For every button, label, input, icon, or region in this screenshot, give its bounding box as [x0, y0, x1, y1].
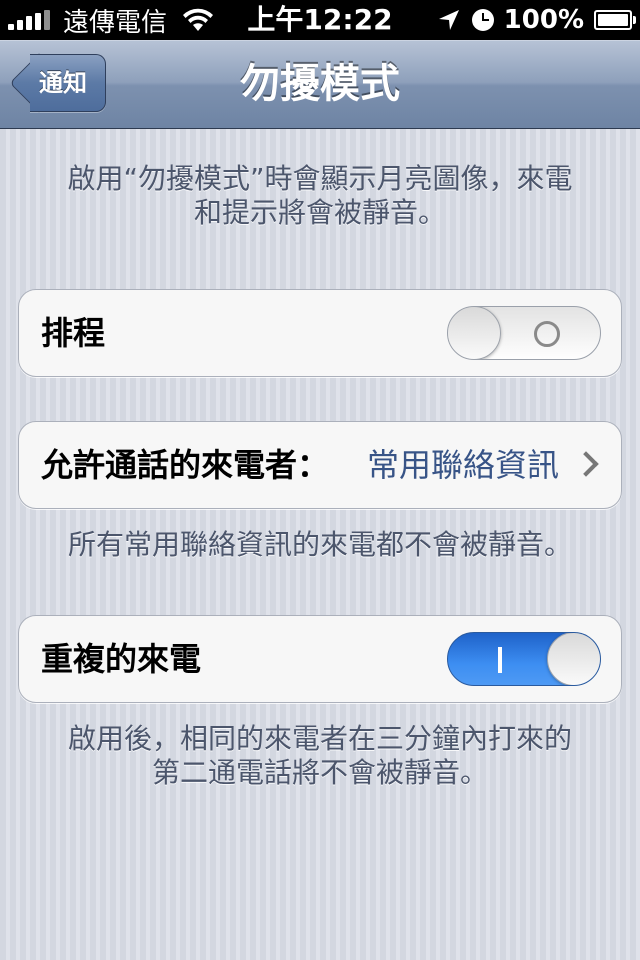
- intro-line-2: 和提示將會被靜音。: [193, 196, 446, 229]
- status-right: 100%: [438, 0, 636, 40]
- schedule-row: 排程: [18, 289, 622, 377]
- schedule-label: 排程: [41, 314, 106, 352]
- allow-calls-value: 常用聯絡資訊: [366, 446, 559, 484]
- alarm-clock-icon: [471, 9, 494, 31]
- switch-knob: [547, 633, 600, 685]
- intro-line-1: 啟用“勿擾模式”時會顯示月亮圖像，來電: [67, 162, 573, 195]
- repeated-calls-switch[interactable]: [447, 632, 601, 686]
- back-button[interactable]: 通知: [9, 53, 106, 114]
- repeated-calls-footer-line-1: 啟用後，相同的來電者在三分鐘內打來的: [67, 722, 572, 755]
- switch-on-glyph: [498, 647, 502, 673]
- repeated-calls-label: 重複的來電: [41, 640, 202, 678]
- back-button-label: 通知: [39, 69, 87, 97]
- intro-description: 啟用“勿擾模式”時會顯示月亮圖像，來電 和提示將會被靜音。: [20, 162, 620, 230]
- repeated-calls-row: 重複的來電: [18, 615, 622, 703]
- repeated-calls-footer: 啟用後，相同的來電者在三分鐘內打來的 第二通電話將不會被靜音。: [20, 722, 620, 790]
- repeated-calls-footer-line-2: 第二通電話將不會被靜音。: [151, 756, 488, 789]
- switch-knob: [448, 307, 501, 359]
- navigation-bar: 通知 勿擾模式: [0, 40, 640, 129]
- status-bar: 遠傳電信 上午12:22 100%: [0, 0, 640, 40]
- chevron-right-icon: [573, 451, 599, 477]
- allow-calls-row[interactable]: 允許通話的來電者： 常用聯絡資訊: [18, 421, 622, 509]
- page-title: 勿擾模式: [240, 61, 400, 107]
- allow-calls-label: 允許通話的來電者：: [41, 446, 330, 484]
- battery-icon: [594, 10, 636, 30]
- battery-percent: 100%: [503, 5, 584, 35]
- allow-calls-footer: 所有常用聯絡資訊的來電都不會被靜音。: [67, 528, 572, 561]
- switch-off-glyph: [534, 321, 560, 347]
- schedule-switch[interactable]: [447, 306, 601, 360]
- location-icon: [438, 10, 459, 30]
